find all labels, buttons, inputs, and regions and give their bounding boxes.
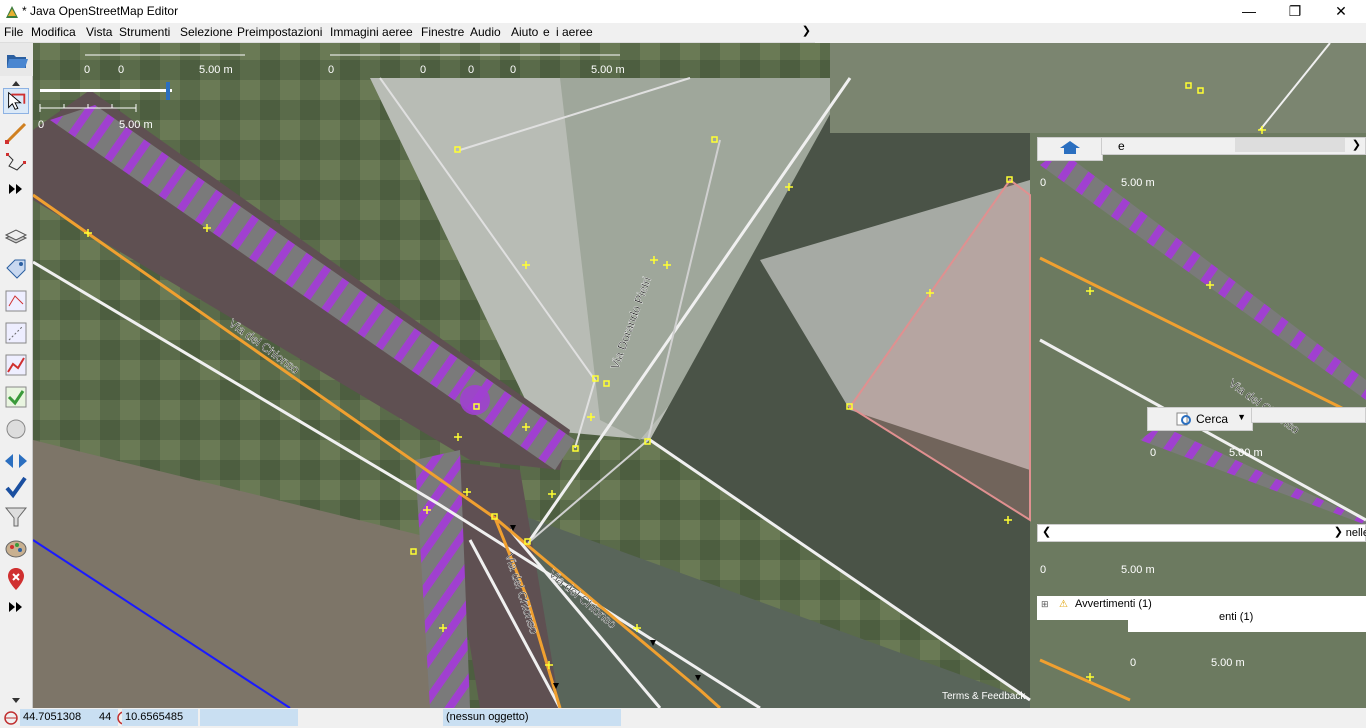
svg-text:0: 0 (510, 64, 516, 76)
panel-up-button[interactable] (1037, 137, 1103, 161)
panel-header-fragment: e ❯ (1101, 137, 1366, 155)
svg-text:0: 0 (1150, 447, 1156, 459)
svg-text:0: 0 (420, 64, 426, 76)
toolbar-expand-icon-2[interactable] (3, 598, 29, 616)
tag-icon[interactable] (3, 256, 29, 282)
panel-header-field (1235, 138, 1345, 152)
menu-fragment-aeree[interactable]: i aeree (556, 25, 593, 39)
latitude-icon (4, 711, 18, 725)
arrow-up-icon[interactable] (1038, 138, 1102, 160)
menu-strumenti[interactable]: Strumenti (119, 25, 170, 39)
toolbar-expand-icon[interactable] (3, 180, 29, 198)
latitude-field: 44.7051308 (20, 709, 96, 726)
menu-vista[interactable]: Vista (86, 25, 112, 39)
menu-scroll-right-icon[interactable]: ❯ (802, 24, 811, 37)
svg-text:0: 0 (84, 64, 90, 76)
zoom-tool-icon[interactable] (3, 150, 29, 176)
menu-preimpostazioni[interactable]: Preimpostazioni (237, 25, 322, 39)
toolbar-scroll-up-icon[interactable] (3, 78, 29, 88)
svg-text:0: 0 (118, 64, 124, 76)
search-label: Cerca (1196, 412, 1229, 426)
expand-tree-icon[interactable]: ⊞ (1041, 599, 1049, 610)
menu-finestre[interactable]: Finestre (421, 25, 464, 39)
selection-status: (nessun oggetto) (446, 711, 529, 723)
status-blank-field (200, 709, 298, 726)
warnings-label: Avvertimenti (1) (1075, 598, 1152, 610)
chart-icon[interactable] (3, 352, 29, 378)
relation-icon[interactable] (3, 288, 29, 314)
svg-text:0: 0 (1130, 657, 1136, 669)
search-icon (1176, 412, 1191, 426)
menu-modifica[interactable]: Modifica (31, 25, 76, 39)
split-arrows-icon[interactable] (3, 448, 29, 474)
notes-error-icon[interactable] (3, 566, 29, 592)
svg-text:5.00 m: 5.00 m (591, 64, 625, 76)
warnings-label-partial: enti (1) (1219, 611, 1254, 623)
crossing-node-marker (460, 385, 490, 415)
menu-immagini-aeree[interactable]: Immagini aeree (330, 25, 413, 39)
josm-app-icon (6, 6, 18, 18)
panel-scroll-right-icon[interactable]: ❯ (1352, 138, 1361, 151)
status-bar: 44.7051308 44 10.6565485 (nessun oggetto… (0, 708, 1366, 728)
scale-bar-zero: 0 (38, 119, 44, 131)
validation-check-icon[interactable] (3, 474, 29, 500)
toolbar-scroll-down-icon[interactable] (3, 696, 29, 706)
close-button[interactable]: ✕ (1318, 0, 1364, 23)
svg-text:5.00 m: 5.00 m (1121, 177, 1155, 189)
latitude-value: 44.7051308 (23, 711, 82, 723)
menu-file[interactable]: File (4, 25, 23, 39)
select-tool-icon[interactable] (3, 88, 29, 114)
svg-text:0: 0 (468, 64, 474, 76)
conflict-icon[interactable] (3, 384, 29, 410)
filter-icon[interactable] (3, 504, 29, 530)
panel-fragment-bar (1251, 407, 1366, 423)
svg-text:5.00 m: 5.00 m (1121, 564, 1155, 576)
filter-layer-icon[interactable] (3, 416, 29, 442)
svg-text:0: 0 (1040, 177, 1046, 189)
menu-selezione[interactable]: Selezione (180, 25, 233, 39)
map-paint-style-icon[interactable] (3, 536, 29, 562)
scroll-right-icon[interactable]: ❯ (1334, 525, 1343, 538)
title-bar: * Java OpenStreetMap Editor — ❐ ✕ (0, 0, 1366, 23)
horizontal-scrollbar[interactable]: ❮ ❯ nelle (1037, 524, 1366, 542)
scroll-left-icon[interactable]: ❮ (1042, 525, 1051, 538)
layers-icon[interactable] (3, 224, 29, 250)
longitude-value: 10.6565485 (125, 711, 184, 723)
menu-audio[interactable]: Audio (470, 25, 501, 39)
panel-fragment-nelle: nelle (1345, 527, 1366, 539)
svg-text:5.00 m: 5.00 m (1229, 447, 1263, 459)
svg-text:0: 0 (328, 64, 334, 76)
latitude-partial-value: 44 (99, 711, 112, 723)
dropdown-arrow-icon[interactable]: ▼ (1237, 412, 1246, 422)
scale-bar-label: 5.00 m (119, 119, 153, 131)
left-toolbar (0, 76, 33, 708)
svg-text:5.00 m: 5.00 m (1211, 657, 1245, 669)
maximize-button[interactable]: ❐ (1272, 0, 1318, 23)
open-file-icon[interactable] (4, 47, 30, 73)
history-icon[interactable] (3, 320, 29, 346)
imagery-attribution[interactable]: Terms & Feedback (942, 691, 1026, 702)
draw-way-icon[interactable] (3, 120, 29, 146)
window-title: * Java OpenStreetMap Editor (22, 4, 179, 18)
svg-text:5.00 m: 5.00 m (199, 64, 233, 76)
selection-field: (nessun oggetto) (443, 709, 621, 726)
minimize-button[interactable]: — (1226, 0, 1272, 23)
menu-aiuto[interactable]: Aiuto (511, 25, 538, 39)
warning-icon: ⚠ (1059, 599, 1068, 610)
svg-text:0: 0 (1040, 564, 1046, 576)
panel-fragment-e: e (1118, 139, 1125, 153)
longitude-field: 10.6565485 (122, 709, 198, 726)
menu-fragment-e[interactable]: e (543, 25, 550, 39)
aerial-imagery-right-top (830, 43, 1366, 133)
warnings-row-duplicate: enti (1) (1128, 610, 1366, 632)
search-button[interactable]: Cerca ▼ (1147, 407, 1253, 431)
latitude-partial-field: 44 (96, 709, 118, 726)
menu-bar: File Modifica Vista Strumenti Selezione … (0, 23, 815, 43)
